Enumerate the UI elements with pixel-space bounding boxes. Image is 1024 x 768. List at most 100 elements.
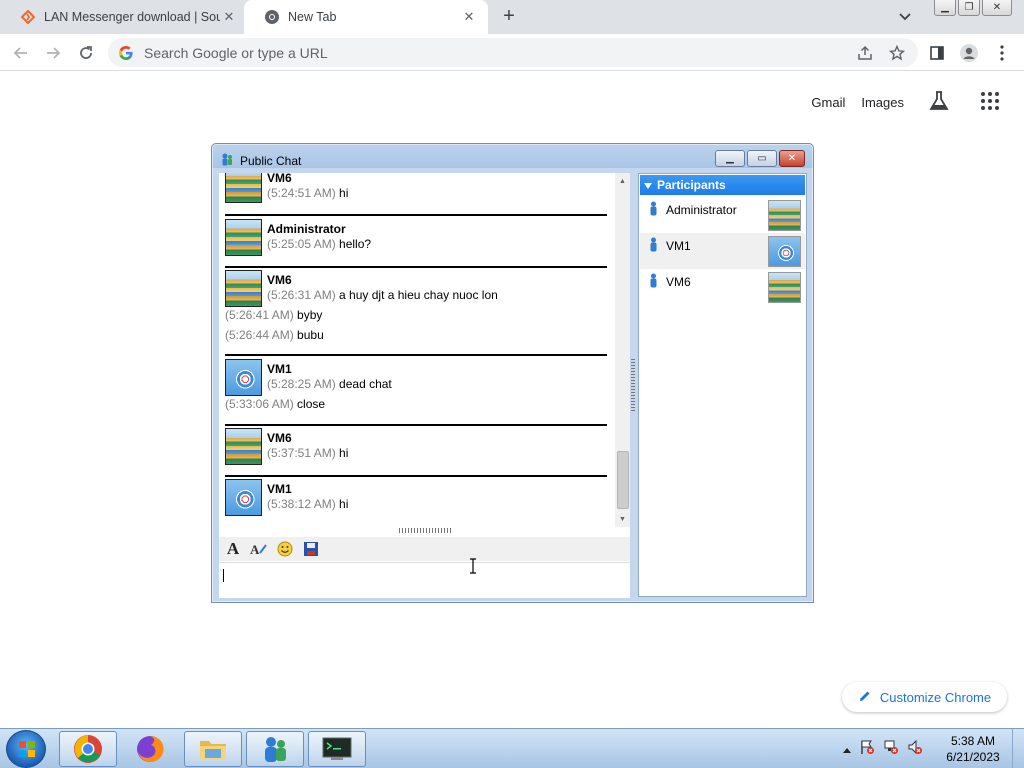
message-line: (5:38:12 AM) hi <box>267 497 348 511</box>
minimize-button[interactable]: ▁ <box>715 150 745 167</box>
close-tab-icon[interactable]: ✕ <box>460 8 478 26</box>
chat-scrollbar[interactable]: ▲ ▼ <box>615 173 630 527</box>
network-icon[interactable] <box>883 739 899 758</box>
tab-title: LAN Messenger download | Sour <box>44 10 220 24</box>
message-line: (5:33:06 AM) close <box>225 397 325 411</box>
labs-flask-icon[interactable] <box>928 90 950 115</box>
public-chat-window: Public Chat ▁ ▭ ✕ VM6 (5:24:51 AM) hi Ad… <box>211 143 814 603</box>
tab-new-tab[interactable]: New Tab ✕ <box>244 0 488 34</box>
customize-chrome-button[interactable]: Customize Chrome <box>842 682 1007 712</box>
taskbar-firefox-icon[interactable] <box>121 731 179 767</box>
taskbar-explorer-icon[interactable] <box>184 731 242 767</box>
apps-grid-icon[interactable] <box>980 91 1000 114</box>
message-separator <box>225 475 607 477</box>
close-tab-icon[interactable]: ✕ <box>220 8 238 26</box>
clock-date: 6/21/2023 <box>946 750 1000 764</box>
reload-icon[interactable] <box>75 42 97 64</box>
maximize-button[interactable]: ▭ <box>747 150 777 167</box>
taskbar-lan-messenger-icon[interactable] <box>246 731 304 767</box>
pencil-icon <box>858 689 872 706</box>
show-desktop-button[interactable] <box>1012 729 1024 768</box>
vertical-splitter-handle[interactable] <box>631 359 635 413</box>
start-button[interactable] <box>6 730 46 768</box>
message-line: (5:26:44 AM) bubu <box>225 328 324 342</box>
ntp-top-links: Gmail Images <box>811 90 1000 115</box>
user-status-icon <box>649 201 658 216</box>
chevron-up-icon[interactable] <box>843 741 851 756</box>
system-clock[interactable]: 5:38 AM 6/21/2023 <box>944 733 1002 765</box>
avatar <box>768 200 801 231</box>
minimize-button[interactable]: ▁ <box>934 0 956 16</box>
timestamp: (5:38:12 AM) <box>267 497 336 511</box>
system-tray <box>843 739 923 758</box>
scrollbar-thumb[interactable] <box>617 451 629 509</box>
participants-panel: Participants Administrator VM1 VM6 <box>638 173 807 597</box>
participants-header[interactable]: Participants <box>640 175 805 195</box>
message-separator <box>225 214 607 216</box>
omnibox[interactable]: Search Google or type a URL <box>108 38 918 67</box>
scroll-down-arrow-icon[interactable]: ▼ <box>615 513 630 525</box>
user-status-icon <box>649 273 658 288</box>
images-link[interactable]: Images <box>861 91 904 114</box>
window-title: Public Chat <box>240 153 302 168</box>
chevron-down-icon[interactable] <box>895 8 915 26</box>
save-icon[interactable] <box>301 539 321 559</box>
message-line: (5:26:31 AM) a huy djt a hieu chay nuoc … <box>267 288 498 302</box>
kebab-menu-icon[interactable] <box>992 43 1012 63</box>
message-text: hi <box>339 186 349 200</box>
action-center-flag-icon[interactable] <box>859 739 875 758</box>
message-separator <box>225 266 607 268</box>
forward-arrow-icon[interactable] <box>42 42 64 64</box>
timestamp: (5:26:31 AM) <box>267 288 336 302</box>
share-icon[interactable] <box>856 44 874 62</box>
participant-row[interactable]: VM1 <box>640 233 805 269</box>
back-arrow-icon[interactable] <box>10 42 32 64</box>
bookmark-star-icon[interactable] <box>888 44 906 62</box>
participants-label: Participants <box>657 178 726 192</box>
tab-lan-messenger[interactable]: LAN Messenger download | Sour ✕ <box>0 0 248 34</box>
message-separator <box>225 424 607 426</box>
font-color-icon[interactable]: A <box>249 539 269 559</box>
participant-row[interactable]: Administrator <box>640 197 805 233</box>
new-tab-button[interactable]: + <box>498 6 520 28</box>
message-separator <box>225 354 607 356</box>
participant-row[interactable]: VM6 <box>640 269 805 305</box>
side-panel-icon[interactable] <box>927 43 947 63</box>
message-line: (5:28:25 AM) dead chat <box>267 377 392 391</box>
chat-pane: VM6 (5:24:51 AM) hi Administrator (5:25:… <box>219 173 630 598</box>
volume-muted-icon[interactable] <box>907 739 923 758</box>
message-text: hi <box>339 446 349 460</box>
triangle-down-icon <box>644 178 652 192</box>
customize-label: Customize Chrome <box>879 689 992 705</box>
participant-name: VM6 <box>666 275 691 289</box>
format-toolbar: A A <box>219 537 630 561</box>
splitter-handle[interactable] <box>399 528 451 533</box>
timestamp: (5:28:25 AM) <box>267 377 336 391</box>
timestamp: (5:26:44 AM) <box>225 328 294 342</box>
message-input[interactable] <box>219 562 630 598</box>
font-icon[interactable]: A <box>223 539 243 559</box>
taskbar-terminal-icon[interactable] <box>308 731 366 767</box>
message-line: (5:24:51 AM) hi <box>267 186 348 200</box>
close-button[interactable]: ✕ <box>779 150 805 167</box>
emoticon-icon[interactable] <box>275 539 295 559</box>
close-window-button[interactable]: ✕ <box>982 0 1012 16</box>
scroll-up-arrow-icon[interactable]: ▲ <box>615 175 630 187</box>
browser-toolbar: Search Google or type a URL <box>0 34 1024 71</box>
omnibox-placeholder: Search Google or type a URL <box>144 44 328 61</box>
taskbar: 5:38 AM 6/21/2023 <box>0 728 1024 768</box>
restore-button[interactable]: ❐ <box>958 0 980 16</box>
profile-avatar-icon[interactable] <box>959 43 979 63</box>
avatar <box>225 479 262 516</box>
sender-name: Administrator <box>267 222 346 236</box>
chrome-icon <box>264 9 280 25</box>
gmail-link[interactable]: Gmail <box>811 91 845 114</box>
taskbar-chrome-icon[interactable] <box>59 731 117 767</box>
tab-strip: LAN Messenger download | Sour ✕ New Tab … <box>0 0 1024 34</box>
message-text: hi <box>339 497 349 511</box>
message-list: VM6 (5:24:51 AM) hi Administrator (5:25:… <box>219 173 615 527</box>
message-line: (5:25:05 AM) hello? <box>267 237 371 251</box>
message-line: (5:37:51 AM) hi <box>267 446 348 460</box>
google-icon <box>118 45 134 61</box>
participant-name: VM1 <box>666 239 691 253</box>
